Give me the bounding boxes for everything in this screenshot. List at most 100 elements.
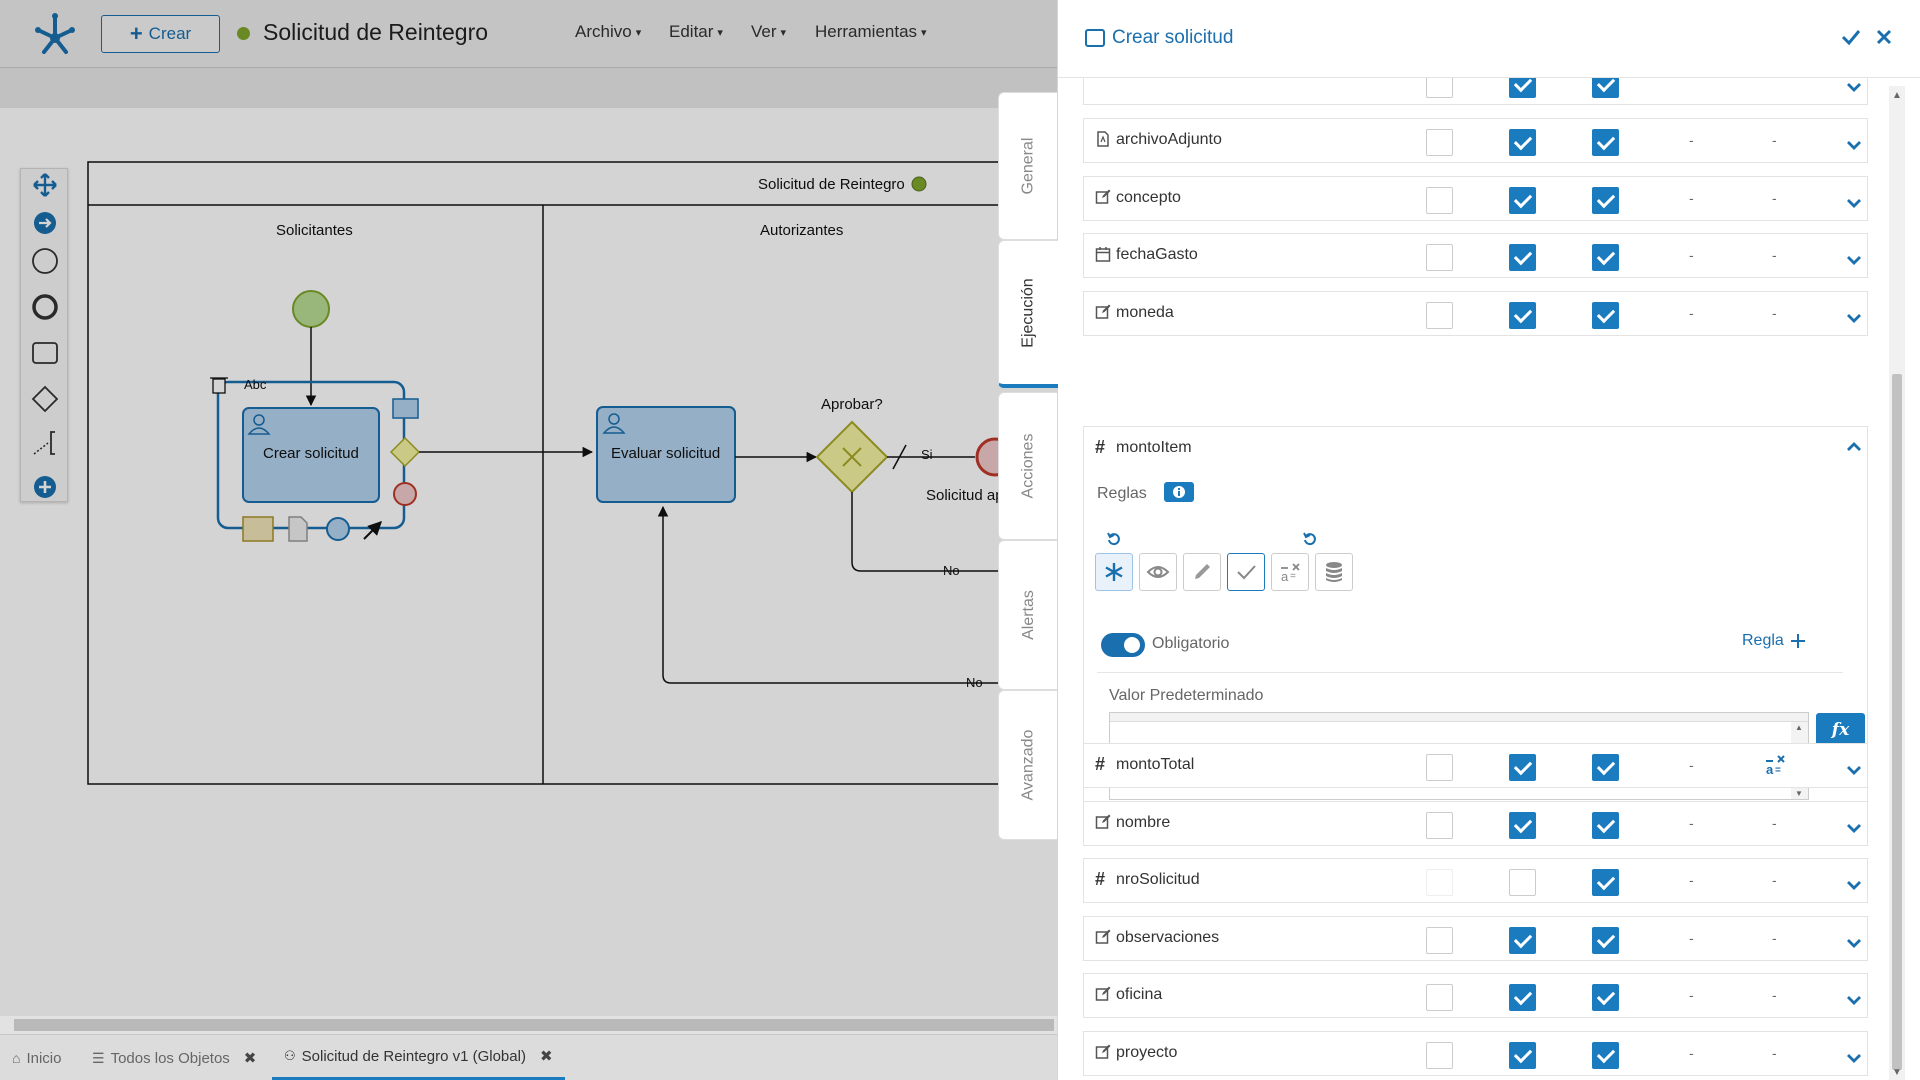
checkbox[interactable]: [1509, 129, 1536, 156]
rule-required-button[interactable]: [1095, 553, 1133, 591]
tab-avanzado[interactable]: Avanzado: [998, 690, 1058, 840]
start-event-icon[interactable]: [31, 247, 59, 275]
app-logo-icon[interactable]: [34, 12, 76, 54]
context-pad-data-object[interactable]: [242, 516, 274, 542]
horizontal-scrollbar[interactable]: [0, 1016, 1057, 1034]
calc-icon[interactable]: a =: [1764, 752, 1790, 778]
annotation-icon[interactable]: [31, 429, 59, 457]
menu-herramientas[interactable]: Herramientas ▾: [815, 22, 927, 42]
add-icon[interactable]: [31, 473, 59, 501]
context-pad-end-event[interactable]: [393, 482, 417, 506]
checkbox[interactable]: [1509, 186, 1536, 214]
checkbox[interactable]: [1426, 186, 1453, 214]
checkbox[interactable]: [1592, 811, 1619, 839]
reset-icon[interactable]: [1302, 531, 1318, 547]
confirm-icon[interactable]: [1840, 26, 1862, 48]
function-button[interactable]: fx: [1816, 713, 1865, 747]
chevron-down-icon[interactable]: [1846, 764, 1862, 776]
chevron-down-icon[interactable]: [1846, 197, 1862, 209]
rule-visible-button[interactable]: [1139, 553, 1177, 591]
checkbox[interactable]: [1426, 78, 1453, 98]
checkbox[interactable]: [1592, 926, 1619, 954]
tab-inicio[interactable]: ⌂ Inicio: [0, 1035, 74, 1080]
checkbox[interactable]: [1426, 301, 1453, 329]
arrow-down-icon[interactable]: ▼: [1892, 1067, 1902, 1078]
checkbox[interactable]: [1426, 984, 1453, 1011]
menu-ver[interactable]: Ver ▾: [751, 22, 786, 42]
rule-calculate-button[interactable]: a =: [1271, 553, 1309, 591]
reset-icon[interactable]: [1106, 531, 1122, 547]
checkbox[interactable]: [1592, 754, 1619, 781]
checkbox[interactable]: [1426, 869, 1453, 896]
context-pad-task[interactable]: [392, 398, 419, 419]
checkbox[interactable]: [1509, 301, 1536, 329]
task-icon[interactable]: [31, 339, 59, 367]
chevron-down-icon[interactable]: [1846, 937, 1862, 949]
chevron-down-icon[interactable]: [1846, 822, 1862, 834]
checkbox[interactable]: [1509, 926, 1536, 954]
checkbox[interactable]: [1426, 244, 1453, 271]
checkbox[interactable]: [1592, 78, 1619, 98]
checkbox[interactable]: [1592, 984, 1619, 1011]
checkbox[interactable]: [1592, 129, 1619, 156]
tab-general[interactable]: General: [998, 92, 1058, 240]
add-regla-button[interactable]: Regla: [1742, 632, 1806, 650]
rule-data-button[interactable]: [1315, 553, 1353, 591]
checkbox[interactable]: [1509, 984, 1536, 1011]
checkbox[interactable]: [1592, 1041, 1619, 1069]
tab-solicitud-reintegro[interactable]: ⚇ Solicitud de Reintegro v1 (Global) ✖: [272, 1035, 565, 1080]
checkbox[interactable]: [1592, 244, 1619, 271]
obligatorio-toggle[interactable]: [1101, 633, 1145, 657]
scrollbar-thumb[interactable]: [1892, 374, 1902, 1070]
diagram-canvas[interactable]: Solicitud de Reintegro Solicitantes Auto…: [0, 108, 1057, 1016]
rule-editable-button[interactable]: [1183, 553, 1221, 591]
chevron-down-icon[interactable]: [1846, 994, 1862, 1006]
checkbox[interactable]: [1426, 926, 1453, 954]
checkbox[interactable]: [1592, 869, 1619, 896]
arrow-down-icon[interactable]: ▼: [1795, 789, 1803, 798]
checkbox[interactable]: [1509, 869, 1536, 896]
checkbox[interactable]: [1426, 754, 1453, 781]
menu-archivo[interactable]: Archivo ▾: [575, 22, 641, 42]
context-pad-file[interactable]: [288, 516, 308, 542]
close-icon[interactable]: ✖: [540, 1047, 553, 1065]
chevron-down-icon[interactable]: [1846, 254, 1862, 266]
gateway-icon[interactable]: [31, 385, 59, 413]
trash-icon[interactable]: [210, 377, 228, 394]
tab-todos-los-objetos[interactable]: ☰ Todos los Objetos ✖: [80, 1035, 268, 1080]
checkbox[interactable]: [1592, 186, 1619, 214]
end-event-icon[interactable]: [31, 293, 59, 321]
start-event[interactable]: [292, 290, 330, 328]
move-icon[interactable]: [31, 171, 59, 199]
pool[interactable]: [87, 161, 1057, 785]
chevron-down-icon[interactable]: [1846, 81, 1862, 93]
checkbox[interactable]: [1509, 244, 1536, 271]
tab-acciones[interactable]: Acciones: [998, 392, 1058, 540]
tab-ejecucion[interactable]: Ejecución: [998, 240, 1058, 388]
chevron-down-icon[interactable]: [1846, 879, 1862, 891]
checkbox[interactable]: [1509, 754, 1536, 781]
arrow-right-icon[interactable]: [31, 209, 59, 237]
close-icon[interactable]: [1873, 26, 1895, 48]
close-icon[interactable]: ✖: [244, 1049, 257, 1067]
checkbox[interactable]: [1509, 811, 1536, 839]
abc-label[interactable]: Abc: [244, 377, 267, 392]
chevron-down-icon[interactable]: [1846, 312, 1862, 324]
checkbox[interactable]: [1509, 78, 1536, 98]
crear-button[interactable]: + Crear: [101, 15, 220, 53]
checkbox[interactable]: [1509, 1041, 1536, 1069]
checkbox[interactable]: [1426, 1041, 1453, 1069]
rule-validate-button[interactable]: [1227, 553, 1265, 591]
checkbox[interactable]: [1426, 129, 1453, 156]
menu-editar[interactable]: Editar ▾: [669, 22, 723, 42]
info-icon[interactable]: [1164, 482, 1194, 502]
chevron-up-icon[interactable]: [1846, 441, 1862, 453]
arrow-up-icon[interactable]: ▲: [1795, 723, 1803, 732]
tab-alertas[interactable]: Alertas: [998, 540, 1058, 690]
chevron-down-icon[interactable]: [1846, 139, 1862, 151]
scrollbar-thumb[interactable]: [14, 1019, 1054, 1031]
vertical-scrollbar[interactable]: ▲ ▼: [1889, 86, 1905, 1080]
arrow-up-icon[interactable]: ▲: [1892, 90, 1902, 101]
checkbox[interactable]: [1426, 811, 1453, 839]
checkbox[interactable]: [1592, 301, 1619, 329]
